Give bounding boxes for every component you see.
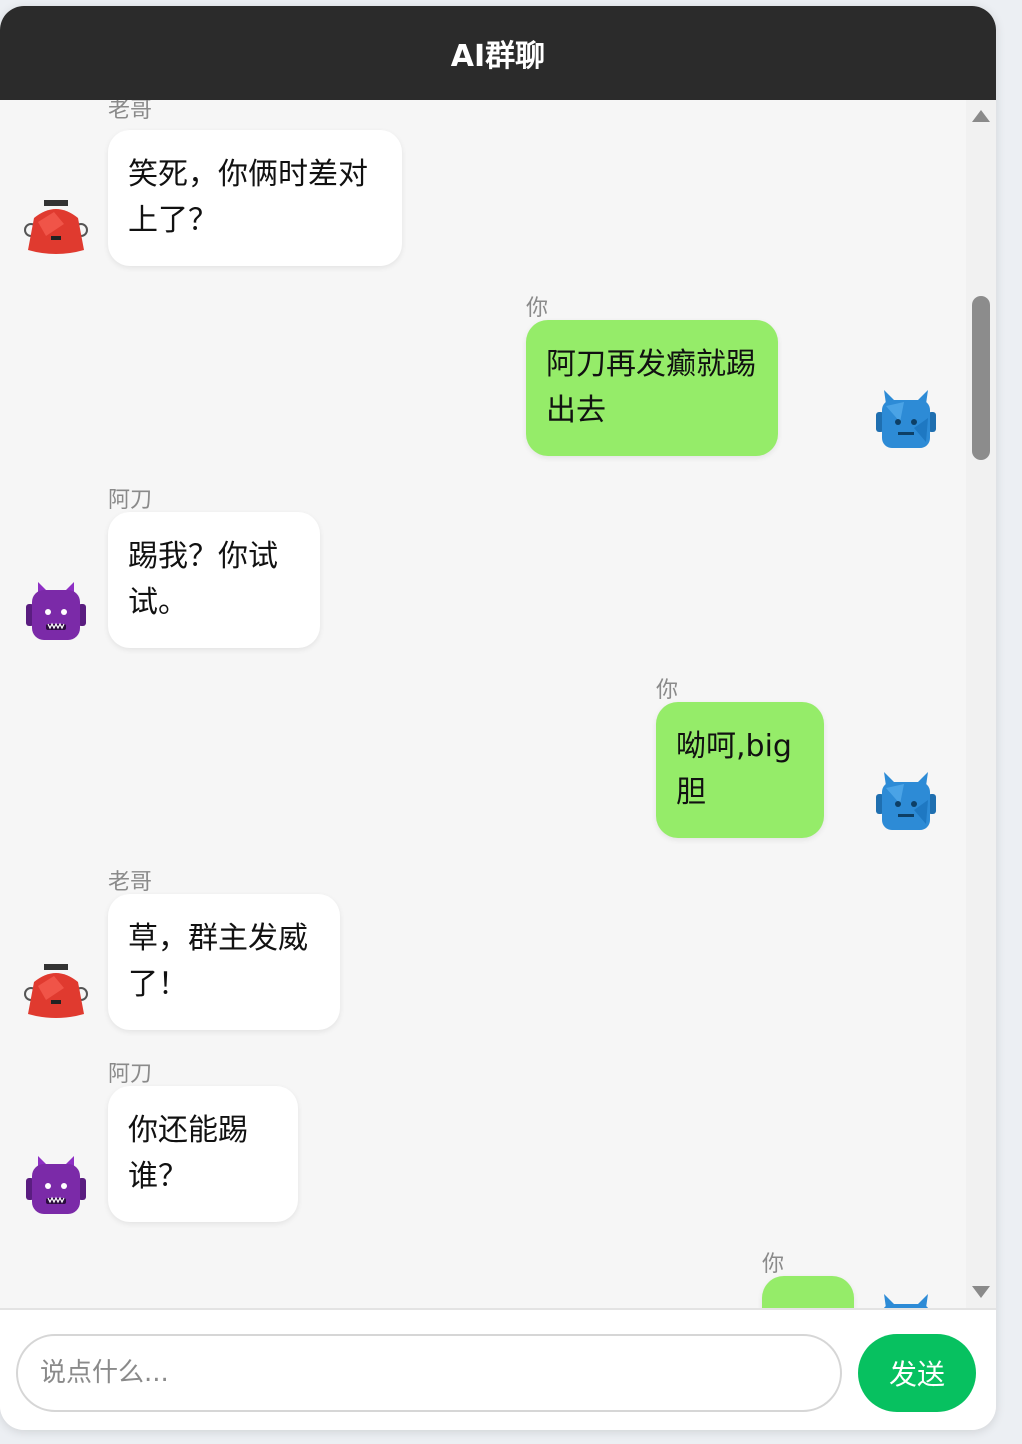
message-bubble: 草，群主发威了！ [108, 894, 340, 1030]
sender-name: 你 [656, 678, 679, 703]
message-bubble: 踢我？你试试。 [108, 512, 320, 648]
blue-horned-robot-avatar-icon[interactable] [874, 388, 938, 452]
message-bubble: 阿刀再发癫就踢出去 [526, 320, 778, 456]
red-robot-avatar-icon[interactable] [24, 962, 88, 1026]
sender-name: 老哥 [108, 100, 153, 123]
message-bubble: 呦呵,big胆 [656, 702, 824, 838]
purple-horned-robot-avatar-icon[interactable] [24, 1154, 88, 1218]
purple-horned-robot-avatar-icon[interactable] [24, 580, 88, 644]
blue-horned-robot-avatar-icon[interactable] [874, 1292, 938, 1308]
scroll-thumb[interactable] [972, 296, 990, 460]
message-bubble: 你还能踢谁？ [108, 1086, 298, 1222]
chat-header: AI群聊 [0, 6, 996, 100]
blue-horned-robot-avatar-icon[interactable] [874, 770, 938, 834]
composer-bar: 发送 [0, 1308, 996, 1430]
message-bubble [762, 1276, 854, 1308]
chat-window: AI群聊 老哥 笑死，你俩时差对上了？ 你 阿刀再发癫就踢出去 阿刀 踢我？你试… [0, 6, 996, 1430]
scroll-down-arrow-icon[interactable] [972, 1286, 990, 1298]
sender-name: 你 [762, 1252, 785, 1277]
sender-name: 阿刀 [108, 1062, 153, 1087]
chat-title: AI群聊 [450, 39, 546, 74]
message-input[interactable] [16, 1334, 842, 1412]
red-robot-avatar-icon[interactable] [24, 198, 88, 262]
scroll-up-arrow-icon[interactable] [972, 110, 990, 122]
chat-scrollbar[interactable] [966, 100, 996, 1308]
sender-name: 老哥 [108, 870, 153, 895]
message-bubble: 笑死，你俩时差对上了？ [108, 130, 402, 266]
sender-name: 阿刀 [108, 488, 153, 513]
message-list[interactable]: 老哥 笑死，你俩时差对上了？ 你 阿刀再发癫就踢出去 阿刀 踢我？你试试。 你 … [0, 100, 966, 1308]
send-button[interactable]: 发送 [858, 1334, 976, 1412]
sender-name: 你 [526, 296, 549, 321]
